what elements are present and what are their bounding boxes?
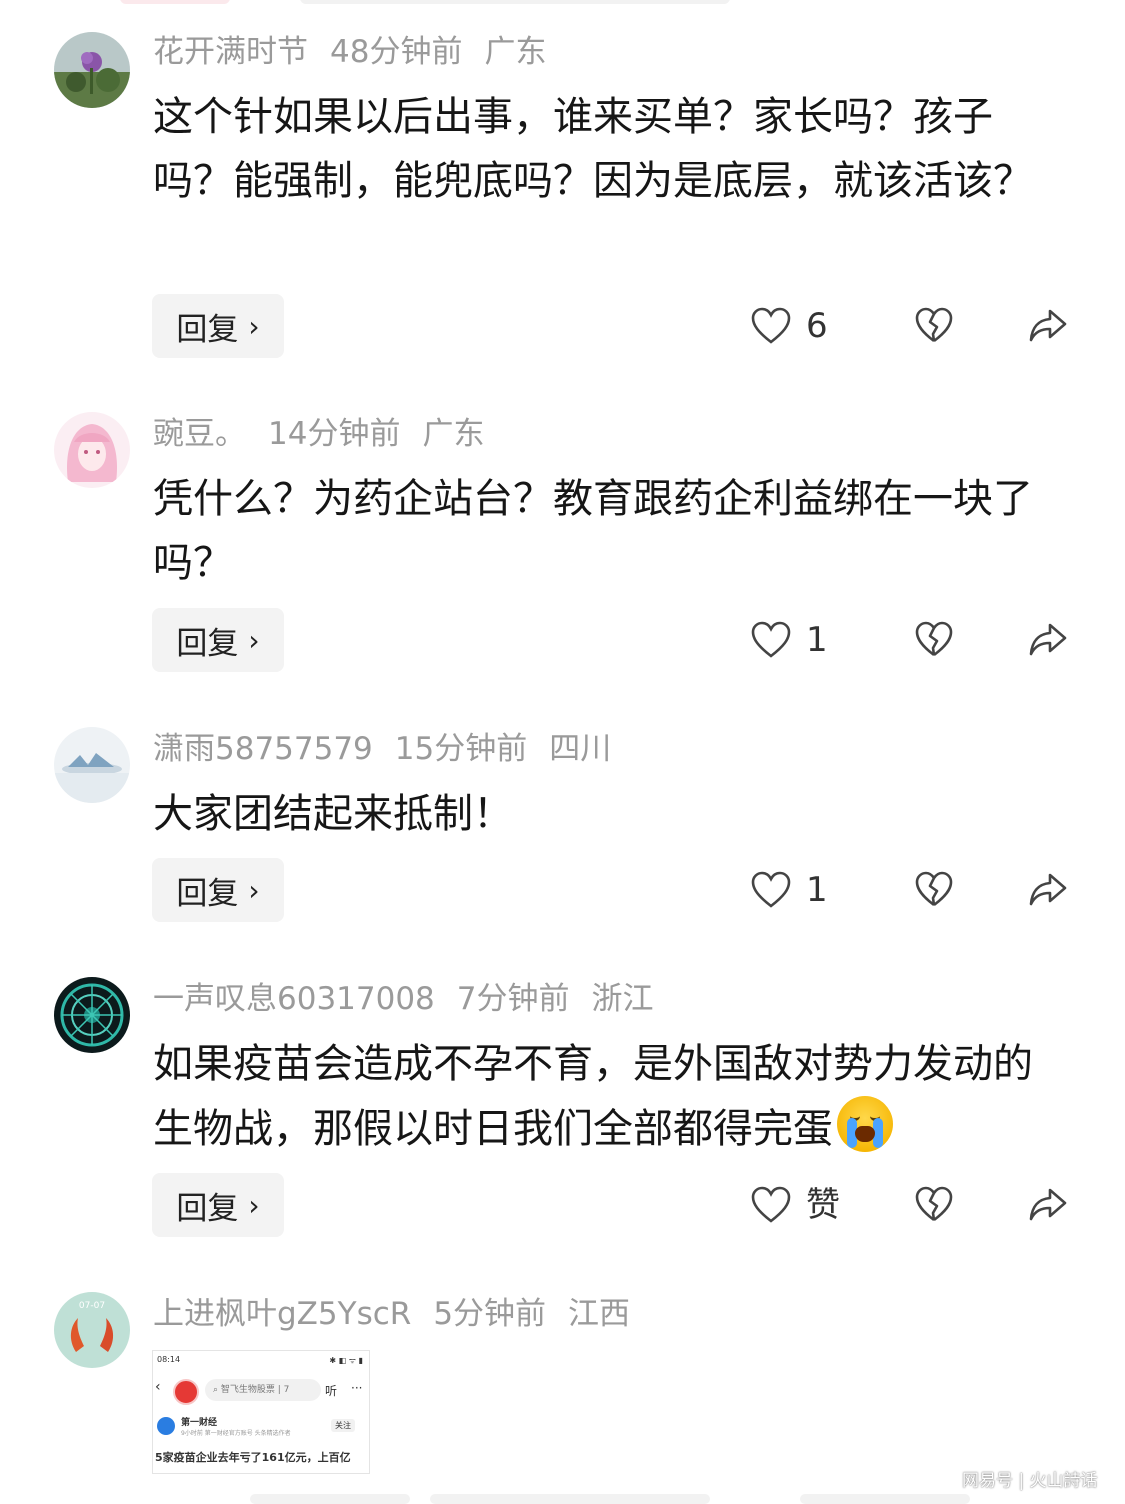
- share-icon[interactable]: [1028, 306, 1068, 346]
- source-name: 第一财经: [181, 1418, 218, 1428]
- search-text: 智飞生物股票 | 7: [220, 1385, 290, 1395]
- username[interactable]: 花开满时节: [153, 34, 308, 70]
- reply-button[interactable]: 回复 ›: [152, 858, 284, 922]
- heart-icon[interactable]: [750, 306, 792, 346]
- avatar[interactable]: [54, 977, 130, 1053]
- chevron-right-icon: ›: [248, 623, 260, 657]
- loudly-crying-face-emoji-icon: [837, 1096, 893, 1152]
- timestamp: 14分钟前: [268, 416, 401, 452]
- timestamp: 15分钟前: [394, 731, 528, 767]
- anime-girl-avatar-icon: [54, 412, 130, 488]
- comment-text: 大家团结起来抵制！: [153, 791, 513, 837]
- app-logo-icon: [173, 1379, 199, 1405]
- more-icon: ···: [351, 1381, 363, 1395]
- share-icon[interactable]: [1028, 620, 1068, 660]
- location: 广东: [422, 416, 485, 452]
- comment-text-content: 如果疫苗会造成不孕不育，是外国敌对势力发动的生物战，那假以时日我们全部都得完蛋: [153, 1041, 1033, 1152]
- chevron-right-icon: ›: [248, 873, 260, 907]
- reply-button[interactable]: 回复 ›: [152, 608, 284, 672]
- avatar[interactable]: [54, 412, 130, 488]
- like-count: 6: [806, 306, 828, 346]
- broken-heart-icon[interactable]: [914, 1185, 954, 1225]
- status-time: 08:14: [157, 1355, 181, 1364]
- tab-pill: [300, 0, 730, 4]
- reply-button[interactable]: 回复 ›: [152, 1173, 284, 1237]
- broken-heart-icon[interactable]: [914, 306, 954, 346]
- top-tab-remnant: [0, 0, 1125, 8]
- heart-icon[interactable]: [750, 620, 792, 660]
- location: 江西: [568, 1296, 631, 1332]
- share-icon[interactable]: [1028, 1185, 1068, 1225]
- watermark: 网易号 | 火山詩话: [962, 1471, 1098, 1491]
- comment-meta: 上进枫叶gZ5YscR 5分钟前 江西: [153, 1292, 652, 1336]
- teal-mandala-avatar-icon: [54, 977, 130, 1053]
- like-count: 1: [806, 620, 828, 660]
- avatar-date: 07-07: [79, 1301, 105, 1311]
- like-count: 赞: [806, 1185, 840, 1225]
- timestamp: 48分钟前: [330, 34, 463, 70]
- comment-text: 如果疫苗会造成不孕不育，是外国敌对势力发动的生物战，那假以时日我们全部都得完蛋: [153, 1032, 1068, 1161]
- comment-meta: 一声叹息60317008 7分钟前 浙江: [153, 977, 676, 1021]
- news-headline: 5家疫苗企业去年亏了161亿元，上百亿: [155, 1451, 351, 1464]
- reply-label: 回复: [176, 311, 239, 348]
- avatar[interactable]: 07-07: [54, 1292, 130, 1368]
- share-icon[interactable]: [1028, 870, 1068, 910]
- timestamp: 7分钟前: [456, 981, 570, 1017]
- comment-actions: 赞: [750, 1173, 1080, 1237]
- reply-label: 回复: [176, 875, 239, 912]
- source-subtitle: 9小时前 第一财经官方账号 头条精选作者: [181, 1430, 291, 1437]
- avatar[interactable]: [54, 727, 130, 803]
- username[interactable]: 潇雨58757579: [153, 731, 373, 767]
- username[interactable]: 豌豆。: [153, 416, 246, 452]
- misty-landscape-avatar-icon: [54, 727, 130, 803]
- username[interactable]: 一声叹息60317008: [153, 981, 435, 1017]
- comment-meta: 豌豆。 14分钟前 广东: [153, 412, 506, 456]
- comment-actions: 1: [750, 858, 1080, 922]
- heart-icon[interactable]: [750, 1185, 792, 1225]
- comment-text: 这个针如果以后出事，谁来买单？家长吗？孩子吗？能强制，能兜底吗？因为是底层，就该…: [153, 94, 1033, 204]
- source-logo-icon: [157, 1417, 175, 1435]
- like-count: 1: [806, 870, 828, 910]
- search-field: ⌕ 智飞生物股票 | 7: [205, 1379, 321, 1401]
- username[interactable]: 上进枫叶gZ5YscR: [153, 1296, 411, 1332]
- chevron-right-icon: ›: [248, 309, 260, 343]
- back-icon: ‹: [155, 1379, 161, 1395]
- reply-button[interactable]: 回复 ›: [152, 294, 284, 358]
- comment-image[interactable]: 08:14 ✱ ◧ ᯤ ▮ ‹ ⌕ 智飞生物股票 | 7 听 ··· 第一财经 …: [152, 1350, 370, 1474]
- signal-battery-icon: ✱ ◧ ᯤ ▮: [329, 1356, 363, 1365]
- location: 四川: [549, 731, 612, 767]
- koi-fish-avatar-icon: 07-07: [54, 1292, 130, 1368]
- listen-label: 听: [325, 1384, 338, 1398]
- comment-text: 凭什么？为药企站台？教育跟药企利益绑在一块了吗？: [153, 476, 1033, 586]
- reply-label: 回复: [176, 625, 239, 662]
- timestamp: 5分钟前: [433, 1296, 547, 1332]
- reply-label: 回复: [176, 1190, 239, 1227]
- avatar[interactable]: [54, 32, 130, 108]
- comment-actions: 6: [750, 294, 1080, 358]
- chevron-right-icon: ›: [248, 1188, 260, 1222]
- tab-pill: [120, 0, 230, 4]
- location: 广东: [484, 34, 547, 70]
- follow-button: 关注: [331, 1419, 355, 1432]
- flower-photo-avatar-icon: [54, 32, 130, 108]
- location: 浙江: [591, 981, 654, 1017]
- comment-meta: 潇雨58757579 15分钟前 四川: [153, 727, 633, 771]
- comment-meta: 花开满时节 48分钟前 广东: [153, 30, 568, 74]
- broken-heart-icon[interactable]: [914, 870, 954, 910]
- broken-heart-icon[interactable]: [914, 620, 954, 660]
- comment-actions: 1: [750, 608, 1080, 672]
- heart-icon[interactable]: [750, 870, 792, 910]
